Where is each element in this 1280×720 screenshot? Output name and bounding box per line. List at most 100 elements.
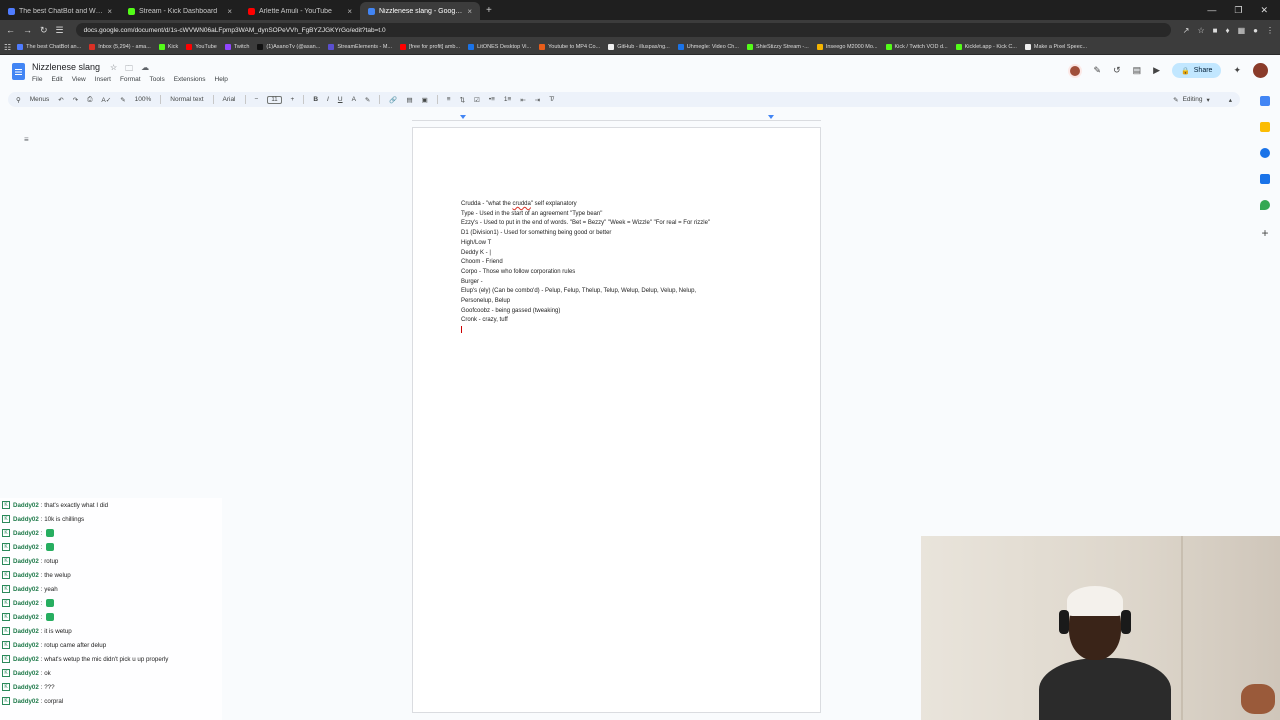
paint-format-icon[interactable]: ✎ — [120, 96, 125, 104]
share-button[interactable]: 🔒 Share — [1172, 63, 1222, 78]
add-addon-icon[interactable]: + — [1261, 226, 1268, 240]
menu-extensions[interactable]: Extensions — [174, 76, 206, 83]
site-info-icon[interactable]: ☰ — [56, 25, 64, 36]
line-spacing-icon[interactable]: ⇅ — [460, 96, 465, 104]
font-size-input[interactable]: 11 — [267, 95, 282, 104]
right-indent-marker[interactable] — [768, 115, 774, 119]
minimize-icon[interactable]: — — [1207, 5, 1216, 16]
document-line[interactable]: Crudda - "what the crudda" self explanat… — [461, 200, 791, 210]
tab-close-icon[interactable]: × — [467, 7, 472, 16]
back-icon[interactable]: ← — [6, 25, 15, 35]
profile-icon[interactable]: ● — [1253, 26, 1258, 35]
sidebar-toggle-icon[interactable]: ▦ — [1238, 26, 1246, 35]
document-line[interactable]: Choom - Friend — [461, 258, 791, 268]
contacts-icon[interactable] — [1260, 174, 1270, 184]
cloud-status-icon[interactable]: ☁ — [141, 63, 149, 77]
document-body[interactable]: Crudda - "what the crudda" self explanat… — [461, 200, 791, 336]
horizontal-ruler[interactable] — [412, 115, 821, 121]
zoom-select[interactable]: 100% — [135, 96, 152, 103]
browser-tab[interactable]: The best ChatBot and Widgets for Ki × — [0, 2, 120, 20]
toggle-mode-icon[interactable]: ✎ — [1094, 65, 1102, 76]
italic-icon[interactable]: I — [327, 96, 329, 103]
increase-font-icon[interactable]: + — [291, 96, 295, 103]
tab-close-icon[interactable]: × — [107, 7, 112, 16]
decrease-indent-icon[interactable]: ⇤ — [520, 96, 525, 104]
document-page[interactable]: Crudda - "what the crudda" self explanat… — [412, 127, 821, 713]
clear-formatting-icon[interactable]: T̸ — [549, 96, 553, 103]
bookmark-item[interactable]: GitHub - illuspas/ng... — [608, 44, 670, 50]
document-line[interactable] — [461, 326, 791, 336]
bookmark-item[interactable]: LitONES Desktop Vi... — [468, 44, 531, 50]
document-line[interactable]: Type - Used in the start of an agreement… — [461, 210, 791, 220]
keep-icon[interactable] — [1260, 122, 1270, 132]
bookmark-item[interactable]: The best ChatBot an... — [17, 44, 81, 50]
menu-help[interactable]: Help — [215, 76, 228, 83]
checklist-icon[interactable]: ☑ — [474, 96, 480, 104]
document-line[interactable]: High/Low T — [461, 239, 791, 249]
document-line[interactable]: Cronk - crazy, tuff — [461, 316, 791, 326]
spellcheck-icon[interactable]: A✓ — [101, 96, 111, 104]
bookmark-item[interactable]: YouTube — [186, 44, 217, 50]
underline-icon[interactable]: U — [338, 96, 343, 103]
font-select[interactable]: Arial — [223, 96, 236, 103]
document-title[interactable]: Nizzlenese slang — [32, 62, 100, 72]
bold-icon[interactable]: B — [313, 96, 318, 103]
document-line[interactable]: D1 (Division1) - Used for something bein… — [461, 229, 791, 239]
history-icon[interactable]: ↺ — [1113, 65, 1121, 76]
reload-icon[interactable]: ↻ — [40, 25, 48, 36]
comments-icon[interactable]: ▤ — [1133, 65, 1142, 76]
document-line[interactable]: Deddy K - | — [461, 249, 791, 259]
bullet-list-icon[interactable]: •≡ — [489, 96, 495, 103]
align-icon[interactable]: ≡ — [447, 96, 451, 103]
numbered-list-icon[interactable]: 1≡ — [504, 96, 511, 103]
browser-tab[interactable]: Arlette Amuli - YouTube × — [240, 2, 360, 20]
menu-format[interactable]: Format — [120, 76, 141, 83]
close-window-icon[interactable]: ✕ — [1260, 5, 1268, 16]
tab-close-icon[interactable]: × — [347, 7, 352, 16]
text-color-icon[interactable]: A — [352, 96, 356, 103]
decrease-font-icon[interactable]: − — [255, 96, 259, 103]
document-line[interactable]: Corpo - Those who follow corporation rul… — [461, 268, 791, 278]
menu-view[interactable]: View — [72, 76, 86, 83]
bookmark-item[interactable]: (1)AsanoTv (@asan... — [257, 44, 320, 50]
meet-icon[interactable]: ▶ — [1153, 65, 1160, 76]
tasks-icon[interactable] — [1260, 148, 1270, 158]
bookmark-item[interactable]: Inseego M2000 Mo... — [816, 44, 878, 50]
extension-icon[interactable]: ■ — [1213, 26, 1218, 35]
menu-insert[interactable]: Insert — [95, 76, 111, 83]
bookmark-item[interactable]: [free for profit] amb... — [400, 44, 460, 50]
redo-icon[interactable]: ↷ — [73, 96, 78, 104]
undo-icon[interactable]: ↶ — [58, 96, 63, 104]
chevron-up-icon[interactable]: ▴ — [1229, 96, 1232, 104]
document-line[interactable]: Elup's (ely) (Can be combo'd) - Pelup, F… — [461, 287, 791, 297]
maps-icon[interactable] — [1260, 200, 1270, 210]
move-folder-icon[interactable]: 🗀 — [125, 63, 133, 77]
image-icon[interactable]: ▣ — [422, 96, 428, 104]
editing-mode-select[interactable]: ✎ Editing ▾ — [1173, 96, 1210, 104]
menu-tools[interactable]: Tools — [150, 76, 165, 83]
left-indent-marker[interactable] — [460, 115, 466, 119]
maximize-icon[interactable]: ❐ — [1234, 5, 1242, 16]
document-line[interactable]: Burger - — [461, 278, 791, 288]
bookmark-item[interactable]: Inbox (5,294) - ama... — [89, 44, 151, 50]
apps-icon[interactable]: ☷ — [4, 43, 11, 52]
bookmark-item[interactable]: Uhmegle: Video Ch... — [677, 44, 739, 50]
calendar-icon[interactable] — [1260, 96, 1270, 106]
gemini-icon[interactable]: ✦ — [1233, 65, 1241, 76]
browser-tab[interactable]: Stream - Kick Dashboard × — [120, 2, 240, 20]
bookmark-item[interactable]: Make a Pixel Speec... — [1024, 44, 1087, 50]
search-menus-label[interactable]: Menus — [30, 96, 50, 103]
extensions-puzzle-icon[interactable]: ♦ — [1226, 26, 1230, 35]
share-page-icon[interactable]: ↗ — [1183, 26, 1190, 35]
document-line[interactable]: Ezzy's - Used to put in the end of words… — [461, 219, 791, 229]
star-icon[interactable]: ☆ — [1197, 26, 1204, 35]
docs-logo-icon[interactable] — [12, 63, 25, 80]
address-bar[interactable]: docs.google.com/document/d/1s-cWVWN06aLF… — [75, 23, 1171, 37]
bookmark-item[interactable]: Kicklet.app - Kick C... — [955, 44, 1017, 50]
tab-close-icon[interactable]: × — [227, 7, 232, 16]
menu-file[interactable]: File — [32, 76, 42, 83]
bookmark-item[interactable]: StreamElements - M... — [328, 44, 392, 50]
collaborator-avatar[interactable] — [1067, 63, 1082, 78]
highlight-icon[interactable]: ✎ — [365, 96, 370, 104]
document-line[interactable]: Personelup, Belup — [461, 297, 791, 307]
